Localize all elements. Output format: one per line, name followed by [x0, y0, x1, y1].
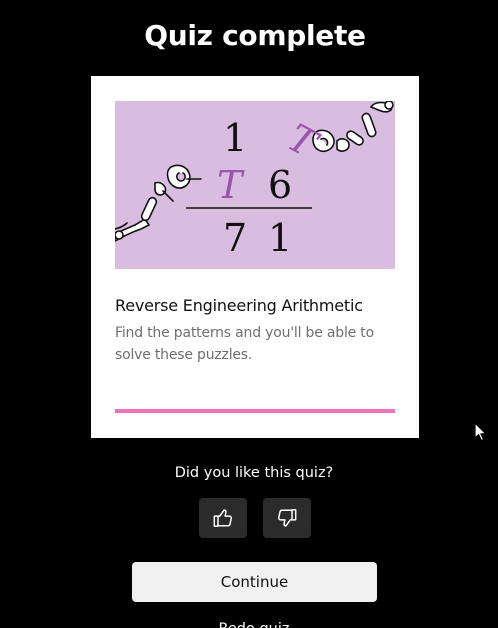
mouse-cursor-icon	[474, 422, 488, 446]
feedback-question: Did you like this quiz?	[174, 465, 334, 481]
left-chain-decoration	[115, 164, 202, 242]
quiz-progress-bar	[115, 409, 395, 413]
quiz-illustration: 1 T T 6 7 1	[115, 101, 395, 269]
quiz-summary-card: 1 T T 6 7 1 Reverse Engineering Arithmet…	[91, 76, 419, 438]
result-right-digit: 1	[268, 216, 292, 260]
right-chain-decoration	[312, 101, 394, 153]
result-left-digit: 7	[223, 216, 247, 260]
middle-variable: T	[217, 163, 245, 207]
dislike-button[interactable]	[263, 498, 311, 538]
quiz-description: Find the patterns and you'll be able to …	[115, 325, 374, 363]
quiz-complete-screen: Quiz complete 1 T T 6 7 1 Reverse Engine…	[0, 0, 498, 628]
top-digit: 1	[223, 116, 247, 160]
thumbs-up-icon	[213, 509, 233, 527]
quiz-progress-fill	[115, 409, 395, 413]
quiz-title: Reverse Engineering Arithmetic	[115, 296, 363, 315]
middle-digit: 6	[268, 163, 292, 207]
page-title: Quiz complete	[144, 19, 366, 52]
thumbs-down-icon	[277, 509, 297, 527]
continue-button[interactable]: Continue	[132, 562, 377, 602]
like-button[interactable]	[199, 498, 247, 538]
redo-quiz-link[interactable]: Redo quiz	[0, 619, 498, 628]
